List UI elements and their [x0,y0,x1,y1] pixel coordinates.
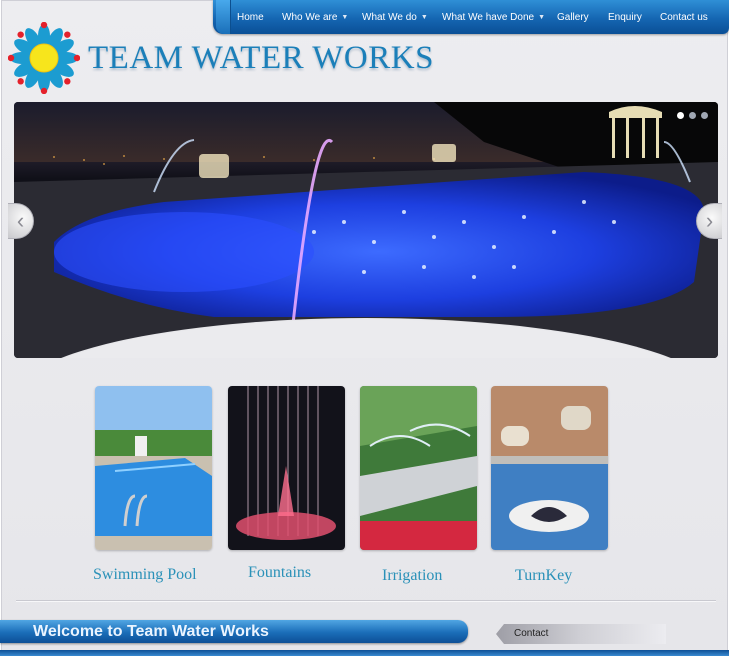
turnkey-photo [491,386,608,550]
section-divider [16,600,716,601]
slider-dot-3[interactable] [701,112,708,119]
service-swimming-pool-label[interactable]: Swimming Pool [93,566,197,584]
slider-dot-2[interactable] [689,112,696,119]
nav-enquiry-label: Enquiry [608,12,642,23]
nav-what-we-have-done-label: What We have Done [442,12,535,23]
service-turnkey-image[interactable] [491,386,608,550]
welcome-bar: Welcome to Team Water Works [0,620,468,643]
nav-enquiry[interactable]: Enquiry [608,12,642,23]
slider-dots [677,112,708,119]
irrigation-photo [360,386,477,550]
slider-dot-1[interactable] [677,112,684,119]
nav-contact-us[interactable]: Contact us [660,12,708,23]
fountains-photo [228,386,345,550]
chevron-down-icon: ▼ [538,14,546,21]
nav-contact-us-label: Contact us [660,12,708,23]
swimming-pool-photo [95,386,212,550]
site-logo[interactable]: TEAM WATER WORKS [8,22,438,94]
brand-name: TEAM WATER WORKS [88,40,434,76]
contact-tab-label[interactable]: Contact [514,628,548,639]
service-turnkey-label[interactable]: TurnKey [515,567,572,585]
footer-rule [0,650,729,656]
service-fountains-image[interactable] [228,386,345,550]
nav-gallery[interactable]: Gallery [557,12,589,23]
chevron-down-icon: ▼ [420,14,428,21]
chevron-left-icon: ‹ [16,208,25,233]
welcome-title: Welcome to Team Water Works [33,623,269,640]
service-irrigation-image[interactable] [360,386,477,550]
nav-gallery-label: Gallery [557,12,589,23]
chevron-down-icon: ▼ [341,14,349,21]
service-swimming-pool-image[interactable] [95,386,212,550]
nav-what-we-have-done[interactable]: What We have Done ▼ [442,12,545,23]
service-fountains-label[interactable]: Fountains [248,564,311,582]
service-irrigation-label[interactable]: Irrigation [382,567,442,585]
hero-slider[interactable] [14,102,718,358]
sunflower-logo-icon [8,22,80,94]
chevron-right-icon: › [705,208,714,233]
